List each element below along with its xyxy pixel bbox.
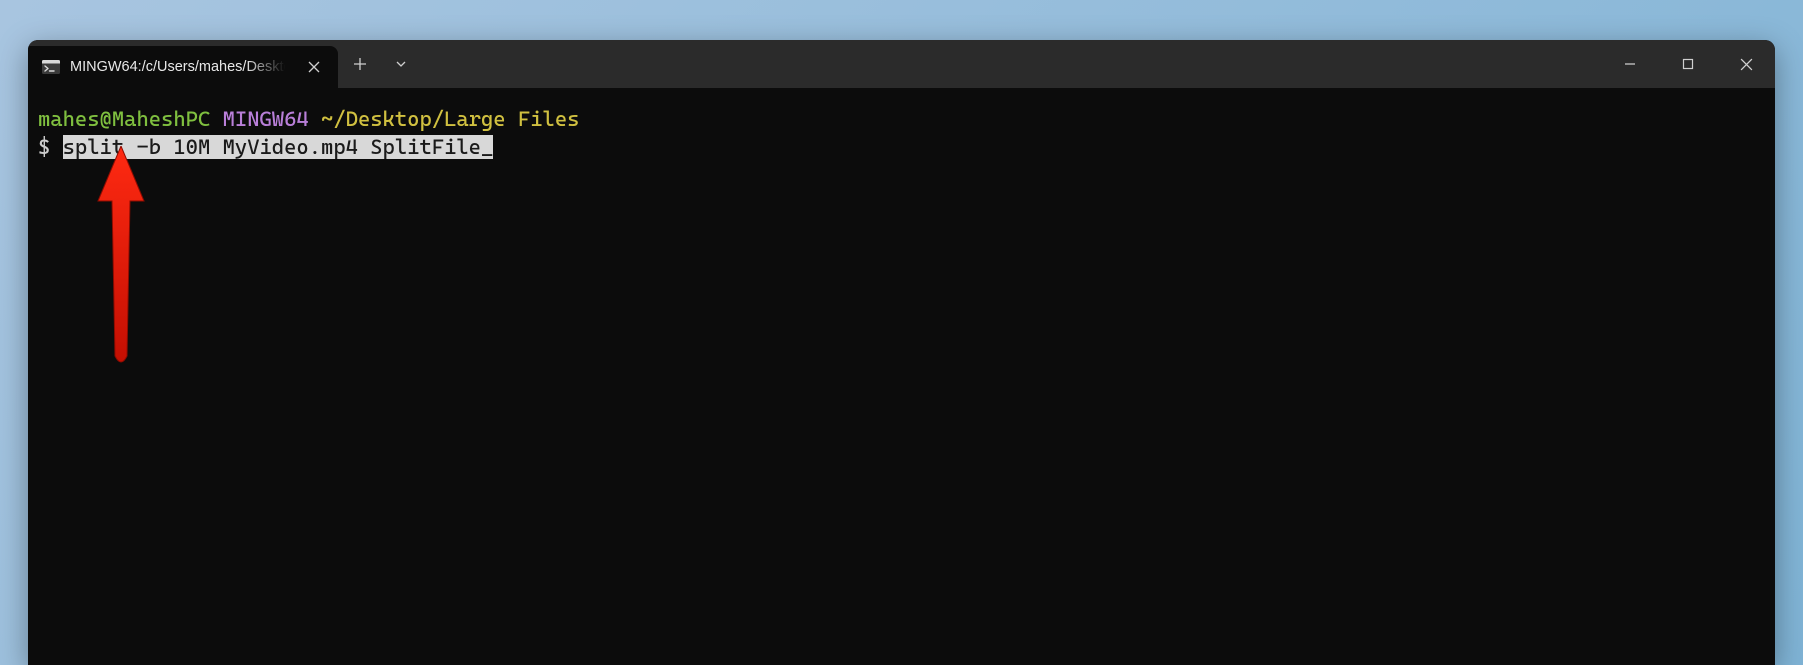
terminal-icon [42,60,60,74]
maximize-icon [1682,58,1694,70]
plus-icon [353,57,367,71]
prompt-line-1: mahes@MaheshPC MINGW64 ~/Desktop/Large F… [38,106,1765,134]
close-icon [308,61,320,73]
window-controls [1601,40,1775,88]
prompt-symbol: $ [38,135,50,159]
tab-dropdown-button[interactable] [382,40,420,88]
window-close-button[interactable] [1717,40,1775,88]
entered-command: split -b 10M MyVideo.mp4 SplitFile_ [63,135,494,159]
prompt-path: ~/Desktop/Large Files [321,107,579,131]
chevron-down-icon [394,57,408,71]
annotation-arrow-icon [96,146,146,366]
prompt-line-2: $ split -b 10M MyVideo.mp4 SplitFile_ [38,134,1765,162]
close-icon [1740,58,1753,71]
minimize-icon [1624,58,1636,70]
new-tab-button[interactable] [338,40,382,88]
titlebar-drag-region[interactable] [420,40,1601,88]
terminal-window: MINGW64:/c/Users/mahes/Desktop/Large Fil… [28,40,1775,665]
tab-close-button[interactable] [300,53,328,81]
tab-title: MINGW64:/c/Users/mahes/Desktop/Large Fil… [70,59,290,75]
maximize-button[interactable] [1659,40,1717,88]
active-tab[interactable]: MINGW64:/c/Users/mahes/Desktop/Large Fil… [28,46,338,88]
titlebar: MINGW64:/c/Users/mahes/Desktop/Large Fil… [28,40,1775,88]
prompt-env: MINGW64 [223,107,309,131]
tab-strip: MINGW64:/c/Users/mahes/Desktop/Large Fil… [28,40,420,88]
minimize-button[interactable] [1601,40,1659,88]
terminal-body[interactable]: mahes@MaheshPC MINGW64 ~/Desktop/Large F… [28,88,1775,665]
prompt-user-host: mahes@MaheshPC [38,107,210,131]
